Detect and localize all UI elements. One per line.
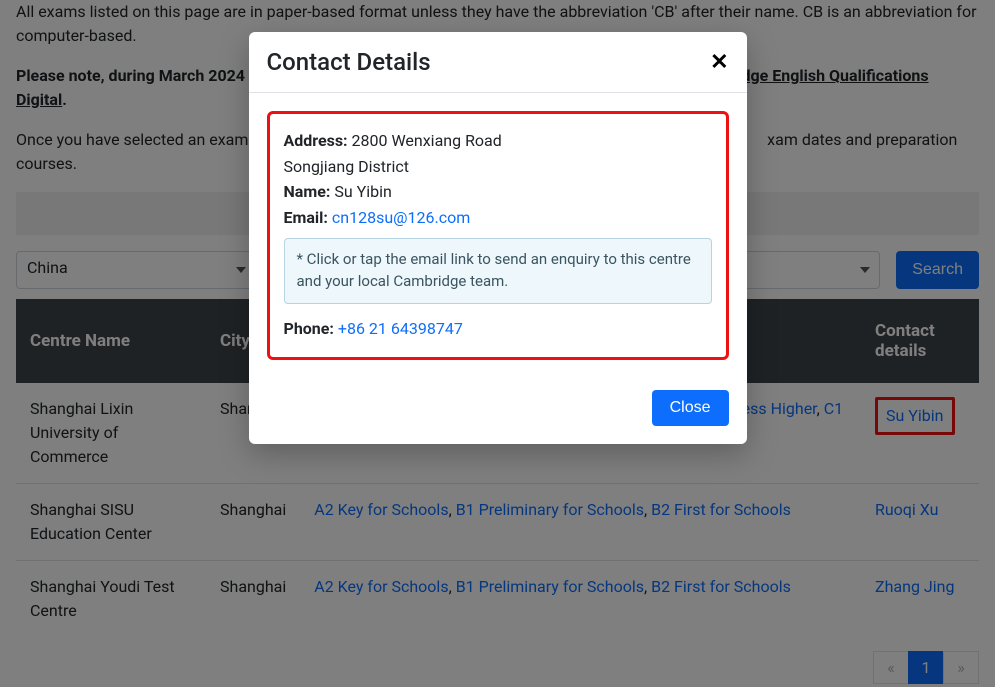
address-line-2: Songjiang District — [284, 154, 712, 180]
close-icon[interactable]: ✕ — [710, 51, 728, 73]
address-line-1: 2800 Wenxiang Road — [352, 131, 502, 150]
address-label: Address: — [284, 131, 348, 150]
email-note: * Click or tap the email link to send an… — [284, 238, 712, 304]
phone-label: Phone: — [284, 319, 334, 338]
close-button[interactable]: Close — [652, 390, 729, 426]
phone-link[interactable]: +86 21 64398747 — [338, 319, 463, 338]
contact-name: Su Yibin — [334, 182, 392, 201]
name-label: Name: — [284, 182, 331, 201]
contact-info-box: Address: 2800 Wenxiang Road Songjiang Di… — [267, 111, 729, 360]
modal-title: Contact Details — [267, 48, 431, 76]
email-link[interactable]: cn128su@126.com — [332, 208, 470, 227]
contact-details-modal: Contact Details ✕ Address: 2800 Wenxiang… — [249, 32, 747, 444]
email-label: Email: — [284, 208, 328, 227]
